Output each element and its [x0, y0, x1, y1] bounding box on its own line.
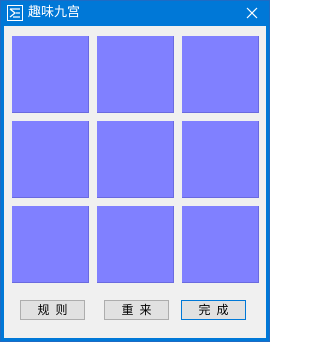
grid-cell-4[interactable]	[12, 121, 89, 198]
rules-button[interactable]: 规则	[20, 300, 85, 320]
puzzle-grid	[12, 36, 260, 283]
close-icon	[246, 4, 258, 23]
close-button[interactable]	[235, 1, 269, 26]
title-bar[interactable]: 趣味九宫	[1, 1, 269, 26]
grid-cell-2[interactable]	[97, 36, 174, 113]
window-title: 趣味九宫	[28, 5, 81, 20]
game-window: 趣味九宫 规则 重来 完成	[0, 0, 270, 342]
grid-cell-3[interactable]	[182, 36, 259, 113]
app-logo-icon	[7, 5, 23, 21]
button-row: 规则 重来 完成	[20, 300, 250, 320]
restart-button[interactable]: 重来	[104, 300, 169, 320]
grid-cell-8[interactable]	[97, 206, 174, 283]
grid-cell-5[interactable]	[97, 121, 174, 198]
client-area: 规则 重来 完成	[4, 26, 266, 338]
done-button[interactable]: 完成	[181, 300, 246, 320]
grid-cell-1[interactable]	[12, 36, 89, 113]
grid-cell-7[interactable]	[12, 206, 89, 283]
grid-cell-6[interactable]	[182, 121, 259, 198]
grid-cell-9[interactable]	[182, 206, 259, 283]
